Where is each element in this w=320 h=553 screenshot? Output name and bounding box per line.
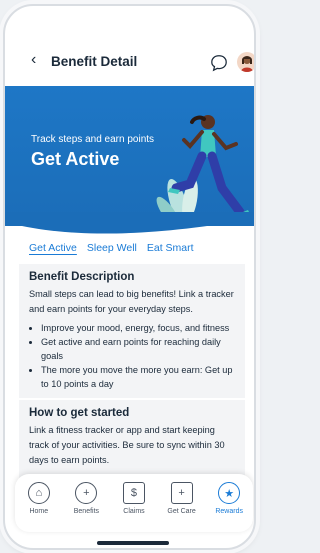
- benefit-bullets: Improve your mood, energy, focus, and fi…: [19, 321, 245, 391]
- nav-item-home[interactable]: ⌂ Home: [17, 482, 61, 515]
- section-heading: How to get started: [29, 407, 130, 419]
- benefit-tabs: Get Active Sleep Well Eat Smart: [29, 242, 194, 254]
- section-text: Small steps can lead to big benefits! Li…: [29, 289, 234, 314]
- tab-get-active[interactable]: Get Active: [29, 242, 77, 254]
- nav-item-get-care[interactable]: + Get Care: [160, 482, 204, 515]
- phone-frame: ‹ Benefit Detail Track steps and earn po…: [3, 4, 256, 550]
- app-header: ‹ Benefit Detail: [5, 42, 254, 84]
- tab-eat-smart[interactable]: Eat Smart: [147, 242, 194, 254]
- list-item: The more you move the more you earn: Get…: [41, 363, 235, 391]
- section-heading: Benefit Description: [29, 271, 135, 283]
- benefit-description-section: Benefit Description Small steps can lead…: [19, 264, 245, 398]
- how-to-get-started-section: How to get started Link a fitness tracke…: [19, 400, 245, 480]
- bottom-nav: ⌂ Home + Benefits $ Claims + Get Care ★ …: [15, 474, 253, 532]
- avatar[interactable]: [237, 52, 254, 72]
- nav-item-claims[interactable]: $ Claims: [112, 482, 156, 515]
- hero-title: Get Active: [31, 149, 120, 169]
- tab-sleep-well[interactable]: Sleep Well: [87, 242, 137, 254]
- nav-label: Benefits: [73, 508, 100, 515]
- hero-banner: Track steps and earn points Get Active: [5, 86, 254, 226]
- nav-item-rewards[interactable]: ★ Rewards: [207, 482, 251, 515]
- page-title: Benefit Detail: [51, 54, 138, 69]
- benefits-shield-icon: +: [75, 482, 98, 504]
- home-icon: ⌂: [27, 482, 50, 504]
- list-item: Improve your mood, energy, focus, and fi…: [41, 321, 235, 335]
- hero-bottom-curve: [5, 212, 254, 234]
- hero-subtitle: Track steps and earn points: [31, 134, 155, 145]
- claims-icon: $: [122, 482, 145, 504]
- chat-icon[interactable]: [210, 54, 228, 72]
- section-text: Link a fitness tracker or app and start …: [29, 425, 225, 465]
- nav-item-benefits[interactable]: + Benefits: [64, 482, 108, 515]
- nav-label: Claims: [123, 508, 145, 515]
- nav-label: Get Care: [167, 508, 196, 515]
- rewards-star-icon: ★: [218, 482, 241, 504]
- runner-illustration: [156, 115, 250, 226]
- list-item: Get active and earn points for reaching …: [41, 335, 235, 363]
- back-icon[interactable]: ‹: [31, 51, 36, 69]
- nav-label: Rewards: [215, 508, 243, 515]
- get-care-icon: +: [170, 482, 193, 504]
- home-indicator: [97, 541, 169, 545]
- nav-label: Home: [29, 508, 49, 515]
